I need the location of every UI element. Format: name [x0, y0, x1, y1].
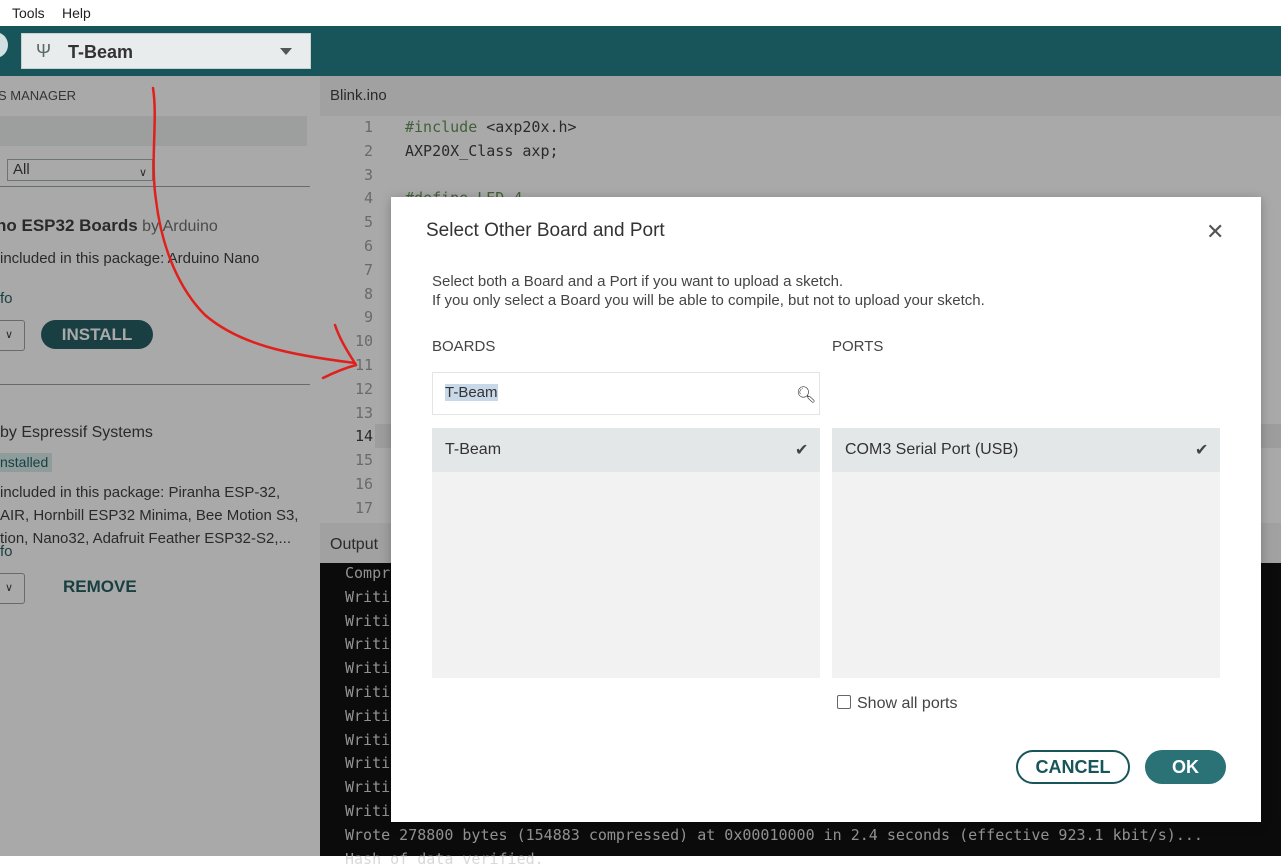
- board-list-item-label: T-Beam: [445, 441, 502, 458]
- ports-list: COM3 Serial Port (USB) ✔: [832, 428, 1220, 678]
- close-icon[interactable]: ✕: [1206, 219, 1224, 245]
- menubar: Tools Help: [0, 0, 1281, 26]
- boards-search-input[interactable]: T-Beam 🔍︎: [432, 372, 820, 415]
- ports-header: PORTS: [832, 338, 884, 355]
- dialog-description: Select both a Board and a Port if you wa…: [432, 273, 844, 290]
- boards-header: BOARDS: [432, 338, 496, 355]
- port-list-item[interactable]: COM3 Serial Port (USB) ✔: [832, 428, 1220, 472]
- chevron-down-icon: [280, 48, 292, 55]
- boards-search-value: T-Beam: [445, 384, 498, 401]
- ok-button[interactable]: OK: [1145, 750, 1226, 784]
- board-list-item[interactable]: T-Beam ✔: [432, 428, 820, 472]
- toolbar-round-button[interactable]: [0, 32, 8, 58]
- board-selector[interactable]: Ψ T-Beam: [21, 33, 311, 69]
- dialog-description: If you only select a Board you will be a…: [432, 292, 985, 309]
- board-selector-label: T-Beam: [68, 42, 134, 62]
- checkmark-icon: ✔: [795, 442, 809, 459]
- dialog-title: Select Other Board and Port: [426, 220, 665, 241]
- usb-icon: Ψ: [36, 41, 52, 61]
- show-all-ports-checkbox[interactable]: [837, 695, 851, 709]
- menu-help[interactable]: Help: [62, 5, 91, 21]
- search-icon: 🔍︎: [796, 387, 817, 404]
- boards-list: T-Beam ✔: [432, 428, 820, 678]
- menu-tools[interactable]: Tools: [12, 5, 45, 21]
- port-list-item-label: COM3 Serial Port (USB): [845, 441, 1019, 458]
- select-board-port-dialog: Select Other Board and Port ✕ Select bot…: [391, 197, 1261, 822]
- checkmark-icon: ✔: [1195, 442, 1209, 459]
- toolbar: Ψ T-Beam: [0, 26, 1281, 76]
- show-all-ports-label[interactable]: Show all ports: [857, 695, 958, 713]
- cancel-button[interactable]: CANCEL: [1016, 750, 1130, 784]
